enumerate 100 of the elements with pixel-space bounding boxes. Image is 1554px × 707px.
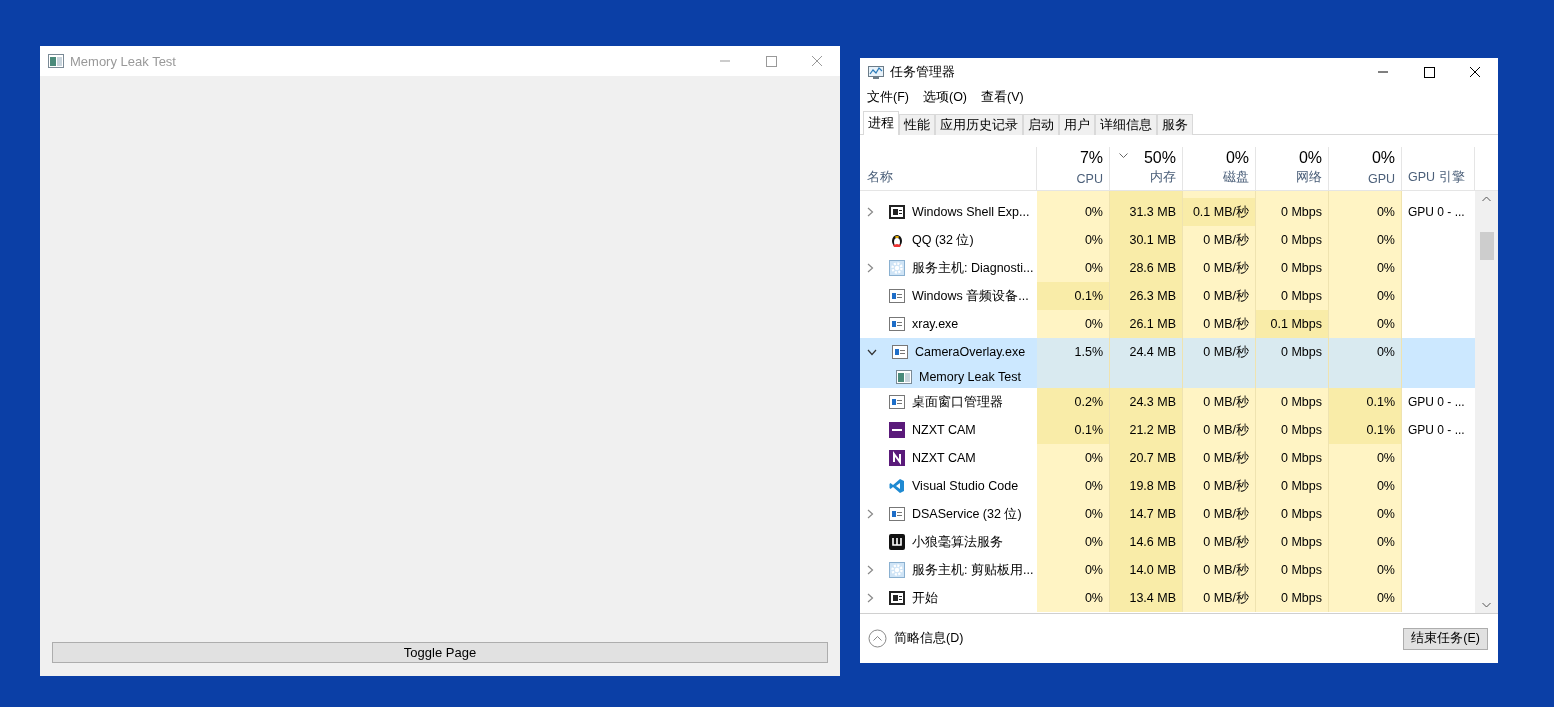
chevron-right-icon[interactable] (867, 509, 874, 519)
process-name: CameraOverlay.exe (915, 345, 1026, 359)
process-row[interactable]: xray.exe 0% 26.1 MB 0 MB/秒 0.1 Mbps 0% (860, 310, 1475, 338)
tab[interactable]: 服务 (1157, 114, 1193, 135)
app-window-icon (889, 507, 905, 521)
table-cell: 0 Mbps (1256, 500, 1329, 528)
scrollbar[interactable] (1475, 191, 1498, 613)
table-cell: 0 MB/秒 (1183, 556, 1256, 584)
process-name: Windows Shell Exp... (912, 205, 1030, 219)
tab[interactable]: 启动 (1023, 114, 1059, 135)
app-window-icon (889, 317, 905, 331)
column-header[interactable]: CPU (1076, 172, 1103, 186)
column-total: 0% (1298, 149, 1322, 167)
process-row[interactable]: Windows Shell Exp... 0% 31.3 MB 0.1 MB/秒 0 Mbps 0% GPU 0 - ... (860, 198, 1475, 226)
end-task-button[interactable]: 结束任务(E) (1403, 627, 1488, 650)
process-row[interactable]: NZXT CAM 0% 20.7 MB 0 MB/秒 0 Mbps 0% (860, 444, 1475, 472)
chevron-right-icon[interactable] (867, 207, 874, 217)
process-row[interactable]: CameraOverlay.exe 1.5% 24.4 MB 0 MB/秒 0 Mbps 0% (860, 338, 1475, 366)
table-cell: 1.5% (1037, 338, 1110, 366)
chevron-right-icon[interactable] (867, 593, 874, 603)
column-header[interactable]: 网络 (1296, 169, 1322, 186)
chevron-up-circle-icon[interactable] (868, 629, 887, 648)
scroll-down-icon[interactable] (1482, 602, 1491, 608)
table-cell: 0% (1037, 226, 1110, 254)
toggle-page-button[interactable]: Toggle Page (52, 642, 828, 663)
tab[interactable]: 详细信息 (1095, 114, 1157, 135)
process-name: Visual Studio Code (912, 479, 1019, 493)
column-total: 0% (1225, 149, 1249, 167)
process-row[interactable]: QQ (32 位) 0% 30.1 MB 0 MB/秒 0 Mbps 0% (860, 226, 1475, 254)
tab[interactable]: 应用历史记录 (935, 114, 1023, 135)
chevron-right-icon[interactable] (867, 263, 874, 273)
process-row[interactable]: 服务主机: Diagnosti... 0% 28.6 MB 0 MB/秒 0 Mbps 0% (860, 254, 1475, 282)
column-header[interactable]: 内存 (1150, 169, 1176, 186)
gear-icon (889, 260, 905, 276)
table-cell: 0 MB/秒 (1183, 584, 1256, 612)
tab[interactable]: 性能 (899, 114, 935, 135)
chevron-right-icon[interactable] (867, 565, 874, 575)
app-window-icon (892, 345, 908, 359)
table-cell: 0% (1037, 310, 1110, 338)
table-cell: 0% (1037, 500, 1110, 528)
process-name: 开始 (912, 589, 938, 607)
column-total: 0% (1371, 149, 1395, 167)
column-total: 50% (1143, 149, 1176, 167)
table-cell: 0% (1329, 198, 1402, 226)
table-cell: 0 MB/秒 (1183, 472, 1256, 500)
column-header[interactable]: GPU 引擎 (1408, 169, 1465, 186)
app-tile-icon (889, 422, 905, 438)
table-cell: GPU 0 - ... (1408, 423, 1465, 437)
table-cell: 0.1% (1329, 416, 1402, 444)
menu-item[interactable]: 文件(F) (867, 89, 909, 106)
table-cell: 0% (1329, 254, 1402, 282)
table-cell: GPU 0 - ... (1408, 205, 1465, 219)
menu-item[interactable]: 查看(V) (981, 89, 1024, 106)
app-window-icon (896, 370, 912, 384)
table-cell: 14.7 MB (1110, 500, 1183, 528)
process-row[interactable]: 服务主机: 剪贴板用... 0% 14.0 MB 0 MB/秒 0 Mbps 0% (860, 556, 1475, 584)
column-header[interactable]: 名称 (867, 169, 893, 186)
table-cell: 0 Mbps (1256, 198, 1329, 226)
tab[interactable]: 进程 (863, 111, 899, 135)
fewer-details-link[interactable]: 简略信息(D) (894, 630, 964, 647)
scrollbar-thumb[interactable] (1479, 232, 1494, 260)
process-row[interactable]: Visual Studio Code 0% 19.8 MB 0 MB/秒 0 Mbps 0% (860, 472, 1475, 500)
column-total: 7% (1079, 149, 1103, 167)
table-cell: 0% (1329, 282, 1402, 310)
table-cell: 0 Mbps (1256, 528, 1329, 556)
process-row[interactable]: Windows 音频设备... 0.1% 26.3 MB 0 MB/秒 0 Mbps 0% (860, 282, 1475, 310)
chevron-down-icon[interactable] (867, 348, 877, 356)
chart-monitor-icon (868, 64, 884, 80)
table-cell: 0% (1037, 528, 1110, 556)
table-cell: 0% (1329, 226, 1402, 254)
tab[interactable]: 用户 (1059, 114, 1095, 135)
table-cell: 0.2% (1037, 388, 1110, 416)
table-cell: 0% (1037, 584, 1110, 612)
table-cell: 24.3 MB (1110, 388, 1183, 416)
table-cell: 31.3 MB (1110, 198, 1183, 226)
column-header[interactable]: GPU (1367, 172, 1395, 186)
table-cell: 14.6 MB (1110, 528, 1183, 556)
process-row[interactable]: DSAService (32 位) 0% 14.7 MB 0 MB/秒 0 Mbps 0% (860, 500, 1475, 528)
table-cell: 0 MB/秒 (1183, 416, 1256, 444)
menu-item[interactable]: 选项(O) (922, 89, 968, 106)
process-row[interactable]: 开始 0% 13.4 MB 0 MB/秒 0 Mbps 0% (860, 584, 1475, 612)
table-cell: 0% (1329, 500, 1402, 528)
table-cell: 0% (1329, 310, 1402, 338)
table-cell: 0 MB/秒 (1183, 500, 1256, 528)
process-row[interactable]: 小狼毫算法服务 0% 14.6 MB 0 MB/秒 0 Mbps 0% (860, 528, 1475, 556)
process-row[interactable]: NZXT CAM 0.1% 21.2 MB 0 MB/秒 0 Mbps 0.1% GPU 0 - ... (860, 416, 1475, 444)
process-name: Windows 音频设备... (912, 287, 1029, 305)
scroll-up-icon[interactable] (1482, 196, 1491, 202)
table-cell: 0 Mbps (1256, 254, 1329, 282)
table-cell: 0 MB/秒 (1183, 388, 1256, 416)
penguin-icon (889, 232, 905, 248)
table-cell: 0% (1329, 584, 1402, 612)
table-cell: 0 Mbps (1256, 338, 1329, 366)
table-cell: 0 MB/秒 (1183, 254, 1256, 282)
ribbon-icon (889, 478, 905, 494)
app-tile-icon (889, 534, 905, 550)
process-row[interactable]: 桌面窗口管理器 0.2% 24.3 MB 0 MB/秒 0 Mbps 0.1% GPU 0 - ... (860, 388, 1475, 416)
column-header[interactable]: 磁盘 (1223, 169, 1249, 186)
process-name: NZXT CAM (912, 423, 976, 437)
table-cell: 0% (1037, 198, 1110, 226)
